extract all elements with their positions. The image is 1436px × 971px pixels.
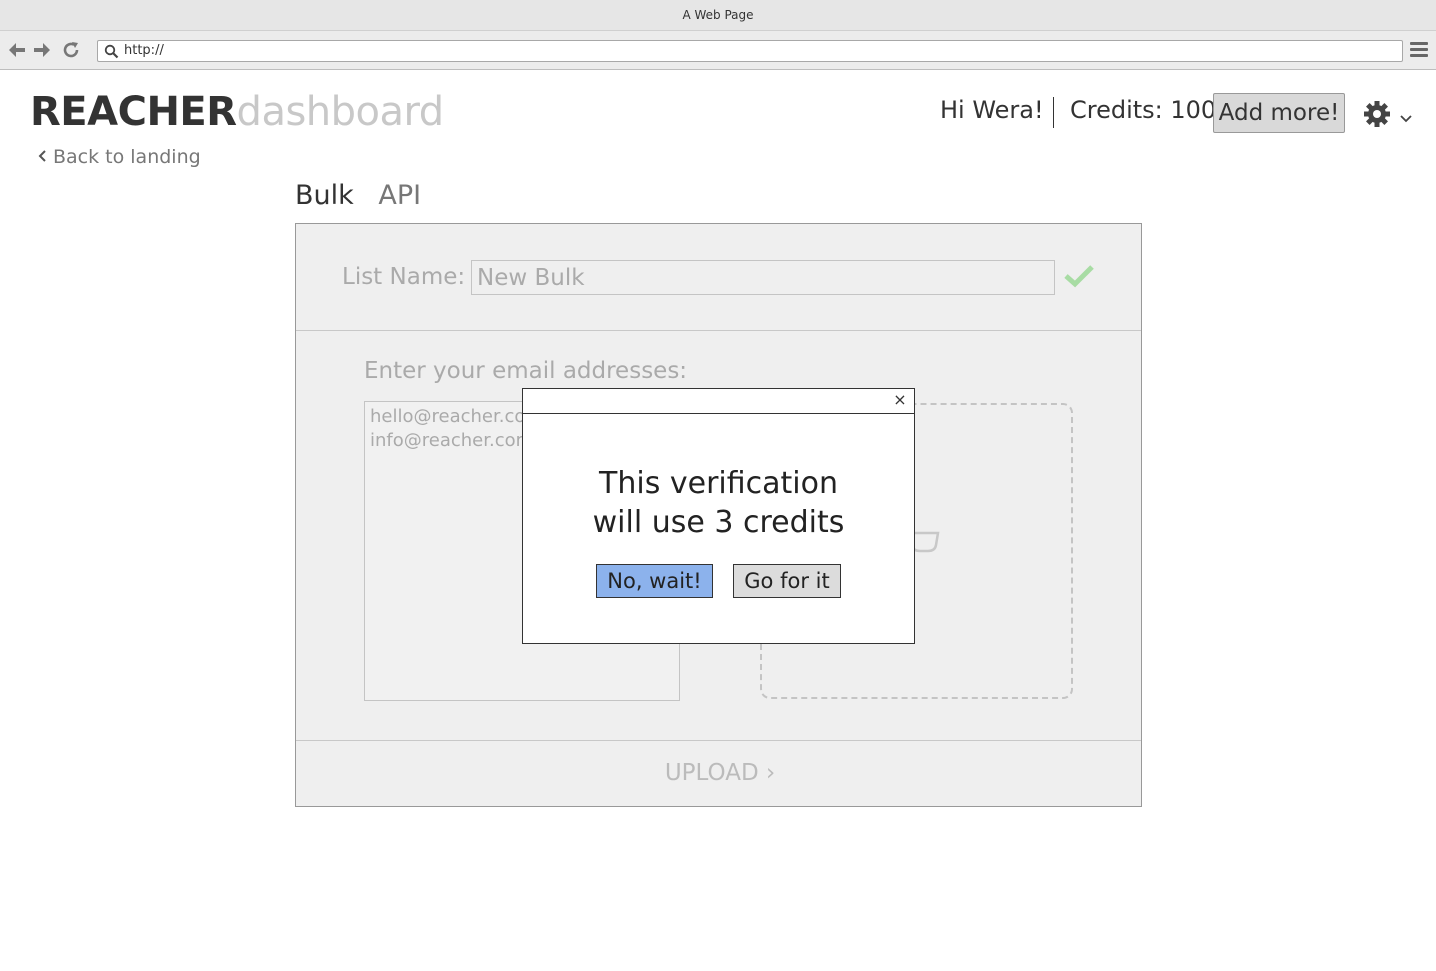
checkmark-icon[interactable] [1064,264,1094,292]
back-to-landing-link[interactable]: Back to landing [37,146,201,168]
email-addresses-label: Enter your email addresses: [364,358,688,384]
window-title: A Web Page [0,0,1436,31]
logo-light-text: dashboard [236,89,445,135]
tab-api[interactable]: API [378,180,421,211]
add-more-credits-button[interactable]: Add more! [1213,93,1345,133]
app-logo: REACHERdashboard [30,88,444,136]
dialog-message: This verification will use 3 credits [523,464,914,542]
settings-menu[interactable] [1362,99,1416,129]
dialog-message-line2: will use 3 credits [592,505,845,540]
browser-navbar: http:// [0,31,1436,70]
chevron-down-icon [1400,109,1412,128]
tab-bulk[interactable]: Bulk [295,180,354,211]
search-icon [104,44,119,66]
cancel-button[interactable]: No, wait! [596,564,713,598]
header-divider [1053,97,1054,128]
back-arrow-icon[interactable] [7,40,27,60]
upload-row: UPLOAD › [296,740,1141,806]
confirm-button[interactable]: Go for it [733,564,841,598]
forward-arrow-icon[interactable] [32,40,52,60]
reload-icon[interactable] [61,40,81,60]
credits-confirmation-dialog: × This verification will use 3 credits N… [522,388,915,644]
logo-strong-text: REACHER [30,89,237,135]
chevron-left-icon [37,148,47,167]
dialog-message-line1: This verification [599,466,838,501]
list-name-row: List Name: [296,224,1141,331]
hamburger-menu-icon[interactable] [1410,42,1428,58]
mode-tabs: Bulk API [295,180,437,211]
list-name-input[interactable] [471,260,1055,295]
back-link-label: Back to landing [53,146,201,168]
dialog-header: × [523,389,914,414]
url-text: http:// [124,43,164,58]
gear-icon [1362,101,1392,133]
user-greeting: Hi Wera! [940,96,1044,124]
address-bar[interactable]: http:// [97,40,1403,62]
credits-count: Credits: 100 [1070,96,1217,124]
upload-button[interactable]: UPLOAD › [658,755,782,791]
list-name-label: List Name: [342,264,466,290]
close-icon[interactable]: × [891,390,909,410]
